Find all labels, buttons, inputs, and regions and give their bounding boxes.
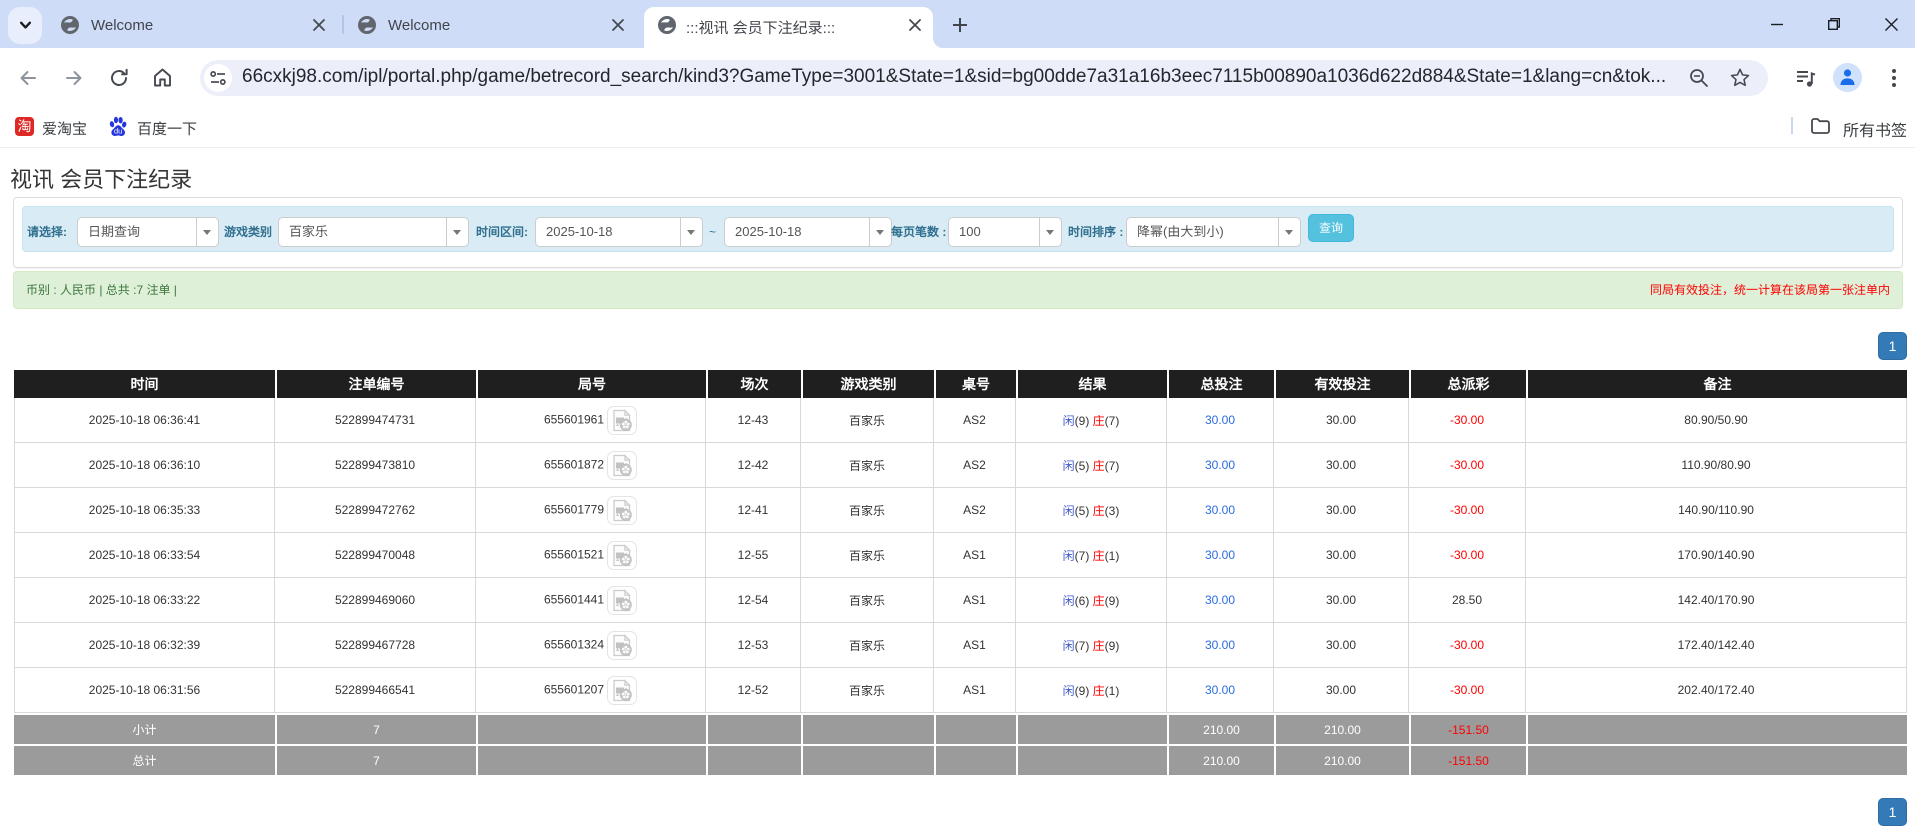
svg-text:du: du: [114, 127, 122, 136]
